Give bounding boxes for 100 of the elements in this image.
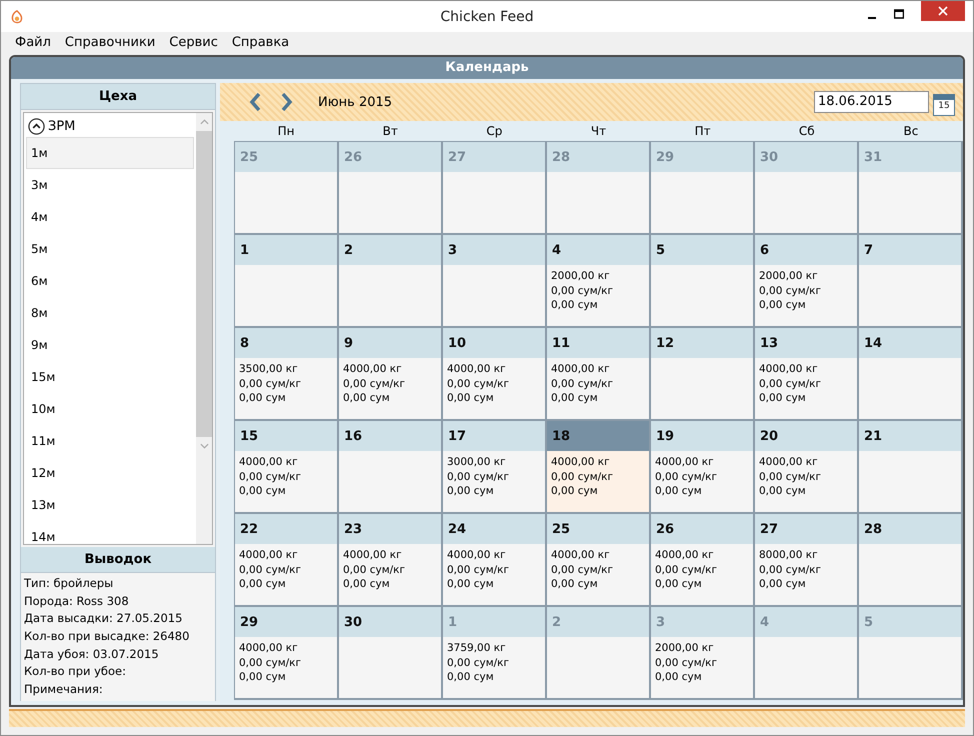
day-number: 27 [760, 522, 778, 536]
calendar-button[interactable]: 15 [933, 94, 955, 116]
day-cell[interactable]: 15 4000,00 кг 0,00 сум/кг 0,00 сум [235, 421, 339, 514]
scroll-thumb[interactable] [196, 131, 212, 437]
day-cell[interactable]: 22 4000,00 кг 0,00 сум/кг 0,00 сум [235, 514, 339, 607]
day-cell[interactable]: 19 4000,00 кг 0,00 сум/кг 0,00 сум [651, 421, 755, 514]
day-entry: 0,00 сум [447, 484, 495, 498]
day-entry: 0,00 сум [551, 391, 599, 406]
list-item[interactable]: 14м [26, 521, 194, 544]
day-cell[interactable]: 12 [651, 328, 755, 421]
day-cell[interactable]: 3 [443, 235, 547, 328]
day-cell[interactable]: 27 8000,00 кг 0,00 сум/кг 0,00 сум [755, 514, 859, 607]
close-button[interactable] [921, 1, 965, 21]
menu-item[interactable]: Справка [224, 34, 296, 50]
list-item[interactable]: 3м [26, 169, 194, 201]
day-number: 14 [864, 336, 882, 350]
day-cell[interactable]: 25 4000,00 кг 0,00 сум/кг 0,00 сум [547, 514, 651, 607]
day-entry: 4000,00 кг [343, 362, 403, 376]
day-cell[interactable]: 28 [859, 514, 963, 607]
day-number: 20 [760, 428, 778, 444]
group-label[interactable]: ЗРМ [48, 118, 76, 134]
day-cell[interactable]: 20 4000,00 кг 0,00 сум/кг 0,00 сум [755, 421, 859, 514]
day-entry: 0,00 сум [551, 298, 599, 312]
list-item[interactable]: 13м [26, 489, 194, 521]
menu-item[interactable]: Справочники [58, 34, 162, 50]
day-entry: 4000,00 кг [759, 455, 819, 470]
day-entry: 4000,00 кг [551, 362, 611, 376]
list-item[interactable]: 11м [26, 425, 194, 457]
day-cell[interactable]: 7 [859, 235, 963, 328]
list-item[interactable]: 15м [26, 361, 194, 393]
list-item[interactable]: 5м [26, 233, 194, 265]
previous-icon[interactable] [248, 92, 262, 112]
list-item[interactable]: 9м [26, 329, 194, 361]
day-cell[interactable]: 18 4000,00 кг 0,00 сум/кг 0,00 сум [547, 421, 651, 514]
day-number: 29 [240, 614, 258, 630]
list-item[interactable]: 1м [26, 137, 194, 169]
day-entry: 0,00 сум [343, 391, 391, 406]
day-cell[interactable]: 3 2000,00 кг 0,00 сум/кг 0,00 сум [651, 607, 755, 700]
day-number: 19 [656, 428, 674, 444]
day-number: 21 [864, 428, 882, 444]
day-cell[interactable]: 1 [235, 235, 339, 328]
day-cell[interactable]: 2 [339, 235, 443, 328]
day-number: 16 [344, 428, 362, 444]
day-cell[interactable]: 30 [339, 607, 443, 700]
list-item[interactable]: 10м [26, 393, 194, 425]
day-entry: 0,00 сум/кг [239, 470, 302, 484]
day-entry: 0,00 сум/кг [447, 656, 510, 670]
day-cell[interactable]: 24 4000,00 кг 0,00 сум/кг 0,00 сум [443, 514, 547, 607]
day-entry: 4000,00 кг [447, 548, 507, 562]
day-number: 30 [760, 150, 778, 164]
day-cell[interactable]: 13 4000,00 кг 0,00 сум/кг 0,00 сум [755, 328, 859, 421]
day-cell[interactable]: 23 4000,00 кг 0,00 сум/кг 0,00 сум [339, 514, 443, 607]
day-entry: 4000,00 кг [759, 362, 819, 376]
day-number: 24 [448, 522, 466, 536]
weekday-label: Сб [798, 124, 816, 138]
scroll-down-icon[interactable] [200, 443, 208, 449]
day-cell[interactable]: 8 3500,00 кг 0,00 сум/кг 0,00 сум [235, 328, 339, 421]
menu-item[interactable]: Сервис [162, 34, 225, 50]
maximize-icon[interactable] [894, 9, 904, 19]
day-cell[interactable]: 14 [859, 328, 963, 421]
day-cell[interactable]: 11 4000,00 кг 0,00 сум/кг 0,00 сум [547, 328, 651, 421]
list-item[interactable]: 6м [26, 265, 194, 297]
weekday-label: Вс [902, 124, 920, 138]
next-icon[interactable] [280, 92, 294, 112]
day-entry: 4000,00 кг [655, 548, 715, 562]
day-cell[interactable]: 1 3759,00 кг 0,00 сум/кг 0,00 сум [443, 607, 547, 700]
day-number: 23 [344, 522, 362, 536]
day-cell[interactable]: 10 4000,00 кг 0,00 сум/кг 0,00 сум [443, 328, 547, 421]
day-entry: 0,00 сум [759, 577, 807, 592]
scrollbar[interactable] [196, 113, 212, 544]
menu-item[interactable]: Файл [8, 34, 58, 50]
date-field[interactable]: 18.06.2015 [814, 91, 929, 113]
collapse-icon[interactable] [28, 118, 45, 134]
day-number: 28 [552, 150, 570, 164]
day-cell[interactable]: 9 4000,00 кг 0,00 сум/кг 0,00 сум [339, 328, 443, 421]
day-cell[interactable]: 4 2000,00 кг 0,00 сум/кг 0,00 сум [547, 235, 651, 328]
day-entry: 0,00 сум [655, 577, 703, 592]
day-entry: 4000,00 кг [447, 362, 507, 376]
day-cell[interactable]: 17 3000,00 кг 0,00 сум/кг 0,00 сум [443, 421, 547, 514]
day-cell[interactable]: 16 [339, 421, 443, 514]
day-cell[interactable]: 6 2000,00 кг 0,00 сум/кг 0,00 сум [755, 235, 859, 328]
day-cell[interactable]: 29 4000,00 кг 0,00 сум/кг 0,00 сум [235, 607, 339, 700]
info-line: Тип: бройлеры [24, 575, 114, 592]
scroll-up-icon[interactable] [200, 119, 208, 125]
close-icon[interactable] [938, 6, 948, 16]
list-item[interactable]: 4м [26, 201, 194, 233]
day-entry: 0,00 сум/кг [759, 376, 822, 391]
day-entry: 0,00 сум [343, 577, 391, 592]
list-item[interactable]: 12м [26, 457, 194, 489]
day-entry: 0,00 сум [551, 484, 599, 498]
day-cell[interactable]: 21 [859, 421, 963, 514]
day-number: 1 [240, 242, 250, 258]
list-item[interactable]: 8м [26, 297, 194, 329]
day-number: 5 [656, 242, 666, 258]
day-number: 3 [656, 614, 666, 630]
day-entry: 0,00 сум [759, 298, 807, 312]
day-cell[interactable]: 5 [651, 235, 755, 328]
window-title: Chicken Feed [440, 8, 534, 24]
day-cell[interactable]: 26 4000,00 кг 0,00 сум/кг 0,00 сум [651, 514, 755, 607]
info-line: Примечания: [24, 681, 104, 698]
